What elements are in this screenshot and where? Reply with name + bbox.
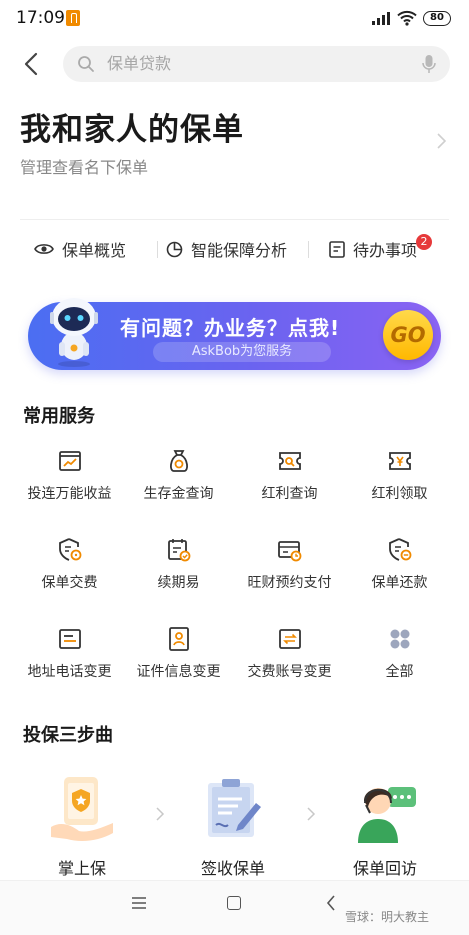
service-item[interactable]: 投连万能收益 [11,448,128,518]
tab-todo[interactable]: 待办事项 [329,236,417,262]
back-icon[interactable] [18,50,46,78]
section-title-steps: 投保三步曲 [23,725,113,746]
service-item[interactable]: 红利领取 [341,448,458,518]
pie-chart-icon [166,241,183,257]
service-label: 续期易 [157,575,200,591]
divider [20,219,449,220]
income-chart-icon [59,451,81,471]
service-label: 红利领取 [371,486,428,502]
service-item[interactable]: 保单交费 [11,537,128,607]
page-subtitle: 管理查看名下保单 [20,158,149,177]
service-label: 地址电话变更 [27,664,112,680]
robot-mascot-icon [50,298,98,367]
tab-smart-analysis[interactable]: 智能保障分析 [166,236,287,262]
battery-indicator: 80 [423,11,451,26]
calendar-check-icon [168,539,191,562]
service-item[interactable]: 地址电话变更 [11,626,128,696]
tab-policy-overview[interactable]: 保单概览 [34,236,126,262]
home-icon[interactable] [227,896,241,910]
signal-icon [372,12,391,25]
policy-repay-icon [389,538,412,561]
todo-list-icon [329,240,345,258]
service-item[interactable]: 续期易 [120,537,237,607]
chevron-right-icon [307,807,316,821]
chevron-right-icon [156,807,165,821]
service-label: 保单还款 [371,575,428,591]
wifi-icon [397,10,417,26]
id-card-icon [169,627,189,651]
go-button[interactable]: GO [383,310,433,360]
search-icon [78,56,94,72]
service-item[interactable]: 证件信息变更 [120,626,237,696]
money-bag-icon [170,450,188,472]
status-time: 17:09 [16,8,65,28]
page-title: 我和家人的保单 [20,112,244,148]
tab-label: 智能保障分析 [191,241,288,260]
step-label: 签收保单 [200,859,265,878]
tab-separator [157,241,158,258]
watermark: 雪球：明大教主 [345,910,430,924]
service-label: 交费账号变更 [247,664,332,680]
ticket-search-icon [279,452,301,470]
service-item[interactable]: 全部 [341,626,458,696]
tab-label: 待办事项 [353,241,418,260]
step-item[interactable]: 掌上保 [27,773,137,883]
service-item[interactable]: 红利查询 [231,448,348,518]
banner-title: 有问题？办业务？点我! [120,316,341,340]
service-label: 投连万能收益 [27,486,112,502]
section-title-services: 常用服务 [23,406,95,427]
tab-label: 保单概览 [62,241,127,260]
tab-separator [308,241,309,258]
customer-service-icon [358,787,416,843]
chevron-right-icon[interactable] [435,132,447,150]
card-clock-icon [278,541,302,562]
service-item[interactable]: 旺财预约支付 [231,537,348,607]
microphone-icon[interactable] [422,54,436,74]
step-item[interactable]: 保单回访 [330,773,440,883]
step-item[interactable]: 签收保单 [178,773,288,883]
service-label: 红利查询 [261,486,318,502]
banner-subtitle: AskBob为您服务 [153,342,331,362]
service-item[interactable]: 保单还款 [341,537,458,607]
step-label: 掌上保 [57,859,106,878]
search-input[interactable] [107,46,407,82]
service-item[interactable]: 生存金查询 [120,448,237,518]
account-switch-icon [279,629,301,649]
sign-document-icon [208,779,261,837]
step-label: 保单回访 [352,859,417,878]
policy-pay-icon [59,538,82,561]
menu-icon[interactable] [131,896,147,910]
search-box[interactable] [63,46,450,82]
service-label: 生存金查询 [143,486,214,502]
status-bar: 17:09 80 [0,0,469,38]
service-label: 证件信息变更 [136,664,221,680]
service-label: 保单交费 [41,575,98,591]
notification-badge: 2 [416,234,432,250]
eye-icon [34,244,54,254]
nav-back-icon[interactable] [325,894,337,912]
service-item[interactable]: 交费账号变更 [231,626,348,696]
service-label: 全部 [385,664,414,680]
yen-ticket-icon [389,452,411,470]
grid-all-icon [390,629,410,649]
address-card-icon [59,629,81,649]
app-notification-icon [66,10,80,26]
hand-shield-icon [51,777,113,841]
service-label: 旺财预约支付 [247,575,332,591]
